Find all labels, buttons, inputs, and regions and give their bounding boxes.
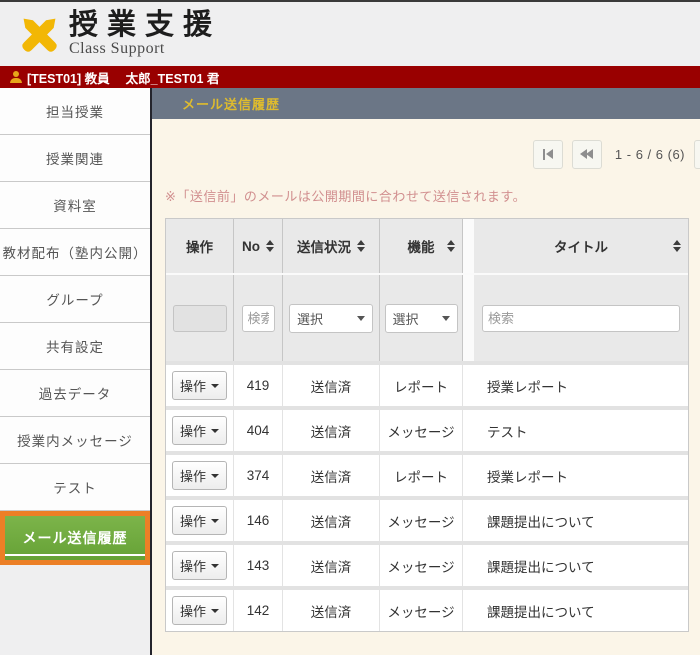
column-header-no[interactable]: No xyxy=(234,219,283,273)
title-search-input[interactable] xyxy=(482,305,680,332)
cell-function: レポート xyxy=(380,365,463,406)
caret-down-icon xyxy=(211,474,219,478)
filter-cell-function: 選択 xyxy=(380,275,463,361)
sort-icon xyxy=(673,240,681,252)
sidebar-item-past-data[interactable]: 過去データ xyxy=(0,370,150,417)
filter-cell-operation xyxy=(166,275,234,361)
pagination-range-text: 1 - 6 / 6 (6) xyxy=(615,147,685,162)
cell-function: メッセージ xyxy=(380,500,463,541)
caret-down-icon xyxy=(211,384,219,388)
filter-cell-no xyxy=(234,275,283,361)
cell-status: 送信済 xyxy=(283,590,380,631)
next-page-button[interactable] xyxy=(694,140,700,169)
user-name: 太郎_TEST01 君 xyxy=(126,68,220,87)
sidebar-item-mail-history[interactable]: メール送信履歴 xyxy=(5,516,145,560)
sidebar-item-test[interactable]: テスト xyxy=(0,464,150,511)
crossed-pens-logo-icon xyxy=(16,11,63,58)
table-filter-row: 選択 選択 xyxy=(166,273,688,361)
send-note: ※「送信前」のメールは公開期間に合わせて送信されます。 xyxy=(165,186,700,205)
cell-status: 送信済 xyxy=(283,410,380,451)
table-row: 操作 374 送信済 レポート 授業レポート xyxy=(166,451,688,496)
app-title: 授業支援 xyxy=(69,10,221,40)
column-header-function[interactable]: 機能 xyxy=(380,219,463,273)
cell-title: 課題提出について xyxy=(474,590,688,631)
caret-down-icon xyxy=(211,609,219,613)
cell-title: 課題提出について xyxy=(474,500,688,541)
cell-function: メッセージ xyxy=(380,410,463,451)
column-header-operation: 操作 xyxy=(166,219,234,273)
user-bar: [TEST01] 教員 太郎_TEST01 君 xyxy=(0,66,700,88)
sort-icon xyxy=(447,240,455,252)
table-row: 操作 146 送信済 メッセージ 課題提出について xyxy=(166,496,688,541)
cell-function: メッセージ xyxy=(380,545,463,586)
cell-status: 送信済 xyxy=(283,365,380,406)
column-gap xyxy=(463,219,474,273)
column-header-title[interactable]: タイトル xyxy=(474,219,688,273)
sidebar-item-share-settings[interactable]: 共有設定 xyxy=(0,323,150,370)
page-title-bar: メール送信履歴 xyxy=(152,88,700,119)
sidebar-item-assigned-classes[interactable]: 担当授業 xyxy=(0,88,150,135)
first-page-icon xyxy=(543,149,545,160)
no-search-input[interactable] xyxy=(242,305,275,332)
row-action-button[interactable]: 操作 xyxy=(172,371,227,400)
table-row: 操作 419 送信済 レポート 授業レポート xyxy=(166,361,688,406)
sidebar-item-material-distribution[interactable]: 教材配布（塾内公開） xyxy=(0,229,150,276)
row-action-button[interactable]: 操作 xyxy=(172,596,227,625)
sort-icon xyxy=(266,240,274,252)
cell-function: メッセージ xyxy=(380,590,463,631)
sidebar: 担当授業 授業関連 資料室 教材配布（塾内公開） グループ 共有設定 過去データ… xyxy=(0,88,152,655)
cell-title: 授業レポート xyxy=(474,365,688,406)
caret-down-icon xyxy=(211,519,219,523)
caret-down-icon xyxy=(211,429,219,433)
row-action-button[interactable]: 操作 xyxy=(172,551,227,580)
prev-page-button[interactable] xyxy=(572,140,602,169)
cell-status: 送信済 xyxy=(283,545,380,586)
sidebar-item-class-related[interactable]: 授業関連 xyxy=(0,135,150,182)
table-header-row: 操作 No 送信状況 機能 タイトル xyxy=(166,219,688,273)
active-item-highlight-ring: メール送信履歴 xyxy=(0,511,150,565)
caret-down-icon xyxy=(211,564,219,568)
sidebar-item-library[interactable]: 資料室 xyxy=(0,182,150,229)
column-gap xyxy=(463,275,474,361)
app-subtitle: Class Support xyxy=(69,40,221,58)
page-title: メール送信履歴 xyxy=(182,94,280,113)
cell-status: 送信済 xyxy=(283,455,380,496)
cell-function: レポート xyxy=(380,455,463,496)
filter-cell-title xyxy=(474,275,688,361)
row-action-button[interactable]: 操作 xyxy=(172,416,227,445)
select-arrow-icon xyxy=(442,316,450,321)
cell-no: 374 xyxy=(234,455,283,496)
user-role-label: [TEST01] 教員 xyxy=(27,68,110,87)
row-action-button[interactable]: 操作 xyxy=(172,461,227,490)
cell-title: 授業レポート xyxy=(474,455,688,496)
cell-no: 404 xyxy=(234,410,283,451)
cell-no: 146 xyxy=(234,500,283,541)
sidebar-item-group[interactable]: グループ xyxy=(0,276,150,323)
pagination: 1 - 6 / 6 (6) xyxy=(165,139,700,169)
column-header-status[interactable]: 送信状況 xyxy=(283,219,380,273)
status-select[interactable]: 選択 xyxy=(289,304,373,333)
cell-no: 142 xyxy=(234,590,283,631)
app-header: 授業支援 Class Support xyxy=(0,2,700,66)
cell-status: 送信済 xyxy=(283,500,380,541)
table-row: 操作 142 送信済 メッセージ 課題提出について xyxy=(166,586,688,631)
row-action-button[interactable]: 操作 xyxy=(172,506,227,535)
select-arrow-icon xyxy=(357,316,365,321)
table-row: 操作 143 送信済 メッセージ 課題提出について xyxy=(166,541,688,586)
function-select[interactable]: 選択 xyxy=(385,304,458,333)
sidebar-item-class-messages[interactable]: 授業内メッセージ xyxy=(0,417,150,464)
operation-filter-disabled-box xyxy=(173,305,227,332)
cell-no: 419 xyxy=(234,365,283,406)
user-icon xyxy=(10,71,22,83)
filter-cell-status: 選択 xyxy=(283,275,380,361)
sidebar-filler xyxy=(0,565,150,655)
first-page-button[interactable] xyxy=(533,140,563,169)
table-row: 操作 404 送信済 メッセージ テスト xyxy=(166,406,688,451)
sort-icon xyxy=(357,240,365,252)
mail-history-table: 操作 No 送信状況 機能 タイトル xyxy=(165,218,689,632)
content-body: 1 - 6 / 6 (6) ※「送信前」のメールは公開期間に合わせて送信されます… xyxy=(152,119,700,655)
cell-title: 課題提出について xyxy=(474,545,688,586)
cell-no: 143 xyxy=(234,545,283,586)
cell-title: テスト xyxy=(474,410,688,451)
